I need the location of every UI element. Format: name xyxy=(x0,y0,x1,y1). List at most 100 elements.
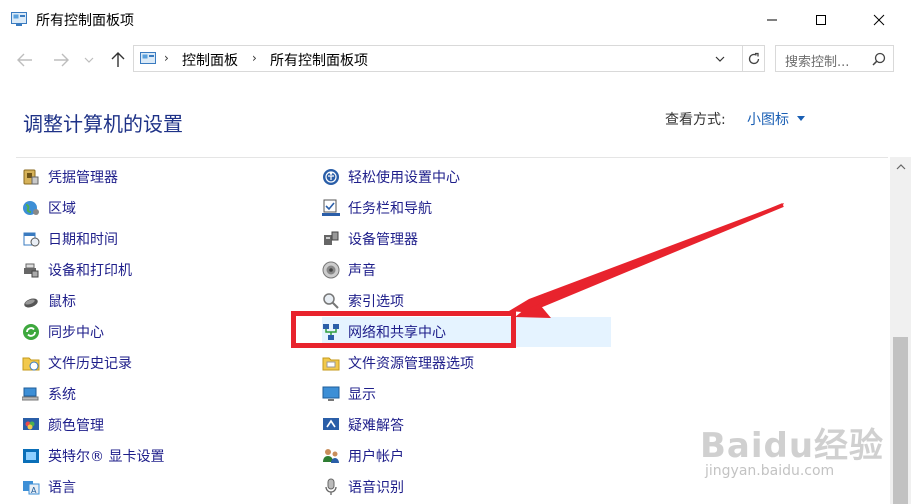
view-by-dropdown[interactable]: 小图标 xyxy=(747,109,789,129)
item-label: 系统 xyxy=(48,387,76,403)
item-label: 设备和打印机 xyxy=(48,263,132,279)
display-icon xyxy=(322,385,340,403)
control-panel-icon xyxy=(11,12,27,26)
list-item[interactable]: 声音 xyxy=(322,255,612,285)
file-history-icon xyxy=(22,354,40,372)
list-item[interactable]: 区域 xyxy=(22,193,282,223)
ease-of-access-icon xyxy=(322,168,340,186)
list-item[interactable]: 设备和打印机 xyxy=(22,255,282,285)
list-item[interactable]: 颜色管理 xyxy=(22,410,282,440)
breadcrumb-all-items[interactable]: 所有控制面板项 xyxy=(270,50,368,70)
list-item[interactable]: 英特尔® 显卡设置 xyxy=(22,441,282,471)
list-item[interactable]: 凭据管理器 xyxy=(22,162,282,192)
item-label: 索引选项 xyxy=(348,294,404,310)
breadcrumb-separator-icon: › xyxy=(164,51,169,65)
view-by-label: 查看方式: xyxy=(665,112,726,128)
page-title: 调整计算机的设置 xyxy=(23,112,183,136)
list-item[interactable]: A 语言 xyxy=(22,472,282,502)
mouse-icon xyxy=(22,292,40,310)
item-label: 疑难解答 xyxy=(348,418,404,434)
list-item[interactable]: 鼠标 xyxy=(22,286,282,316)
list-item[interactable]: 日期和时间 xyxy=(22,224,282,254)
sync-icon xyxy=(22,323,40,341)
item-label: 颜色管理 xyxy=(48,418,104,434)
intel-graphics-icon xyxy=(22,447,40,465)
close-button[interactable] xyxy=(856,0,902,40)
back-arrow-icon xyxy=(17,53,32,67)
credential-manager-icon xyxy=(22,168,40,186)
chevron-up-icon xyxy=(896,164,905,170)
search-placeholder: 搜索控制... xyxy=(785,55,850,70)
close-icon xyxy=(873,14,885,26)
item-label: 语音识别 xyxy=(348,480,404,496)
item-label: 显示 xyxy=(348,387,376,403)
list-item[interactable]: 设备管理器 xyxy=(322,224,612,254)
list-item[interactable]: 显示 xyxy=(322,379,612,409)
list-item[interactable]: 文件资源管理器选项 xyxy=(322,348,612,378)
list-item[interactable]: 任务栏和导航 xyxy=(322,193,612,223)
scroll-up-button[interactable] xyxy=(890,157,911,177)
svg-text:A: A xyxy=(31,486,37,495)
item-label: 凭据管理器 xyxy=(48,170,118,186)
item-label: 日期和时间 xyxy=(48,232,118,248)
address-bar[interactable]: › 控制面板 › 所有控制面板项 xyxy=(133,45,765,72)
microphone-icon xyxy=(322,478,340,496)
forward-arrow-icon xyxy=(54,53,69,67)
refresh-button[interactable] xyxy=(742,45,765,72)
title-bar: 所有控制面板项 xyxy=(0,0,911,41)
item-label: 区域 xyxy=(48,201,76,217)
item-label: 任务栏和导航 xyxy=(348,201,432,217)
calendar-clock-icon xyxy=(22,230,40,248)
list-item[interactable]: 语音识别 xyxy=(322,472,612,502)
chevron-down-icon xyxy=(84,57,94,63)
search-icon[interactable] xyxy=(872,52,886,66)
recent-locations-button[interactable] xyxy=(82,49,96,71)
maximize-button[interactable] xyxy=(798,0,844,40)
folder-options-icon xyxy=(322,354,340,372)
list-item[interactable]: 系统 xyxy=(22,379,282,409)
dropdown-caret-icon[interactable] xyxy=(797,116,805,121)
troubleshooting-icon xyxy=(322,416,340,434)
device-manager-icon xyxy=(322,230,340,248)
baidu-watermark-url: jingyan.baidu.com xyxy=(705,463,835,479)
computer-icon xyxy=(22,385,40,403)
forward-button[interactable] xyxy=(50,49,72,71)
item-label: 轻松使用设置中心 xyxy=(348,170,460,186)
item-label: 语言 xyxy=(48,480,76,496)
scrollbar-thumb[interactable] xyxy=(893,337,908,504)
region-globe-icon xyxy=(22,199,40,217)
window-title: 所有控制面板项 xyxy=(36,13,134,29)
search-box[interactable]: 搜索控制... xyxy=(775,45,894,72)
up-button[interactable] xyxy=(107,49,129,71)
annotation-highlight-box xyxy=(291,311,516,348)
chevron-down-icon[interactable] xyxy=(712,52,728,66)
item-label: 鼠标 xyxy=(48,294,76,310)
minimize-button[interactable] xyxy=(749,0,795,40)
breadcrumb-control-panel[interactable]: 控制面板 xyxy=(182,50,238,70)
item-label: 文件历史记录 xyxy=(48,356,132,372)
breadcrumb-separator-icon: › xyxy=(252,51,257,65)
item-label: 文件资源管理器选项 xyxy=(348,356,474,372)
user-accounts-icon xyxy=(322,447,340,465)
list-item[interactable]: 文件历史记录 xyxy=(22,348,282,378)
list-item[interactable]: 轻松使用设置中心 xyxy=(322,162,612,192)
taskbar-icon xyxy=(322,199,340,217)
up-arrow-icon xyxy=(111,52,125,67)
item-label: 同步中心 xyxy=(48,325,104,341)
item-label: 声音 xyxy=(348,263,376,279)
item-label: 英特尔® 显卡设置 xyxy=(48,449,165,465)
vertical-scrollbar[interactable] xyxy=(890,157,911,504)
maximize-icon xyxy=(816,15,826,25)
refresh-icon xyxy=(748,52,760,64)
back-button[interactable] xyxy=(14,49,36,71)
list-item[interactable]: 同步中心 xyxy=(22,317,282,347)
item-label: 用户帐户 xyxy=(348,449,404,465)
list-item[interactable]: 用户帐户 xyxy=(322,441,612,471)
baidu-watermark-logo: Baidu经验 xyxy=(700,426,885,466)
color-management-icon xyxy=(22,416,40,434)
item-label: 设备管理器 xyxy=(348,232,418,248)
indexing-icon xyxy=(322,292,340,310)
list-item[interactable]: 疑难解答 xyxy=(322,410,612,440)
printer-icon xyxy=(22,261,40,279)
minimize-icon xyxy=(767,19,777,21)
